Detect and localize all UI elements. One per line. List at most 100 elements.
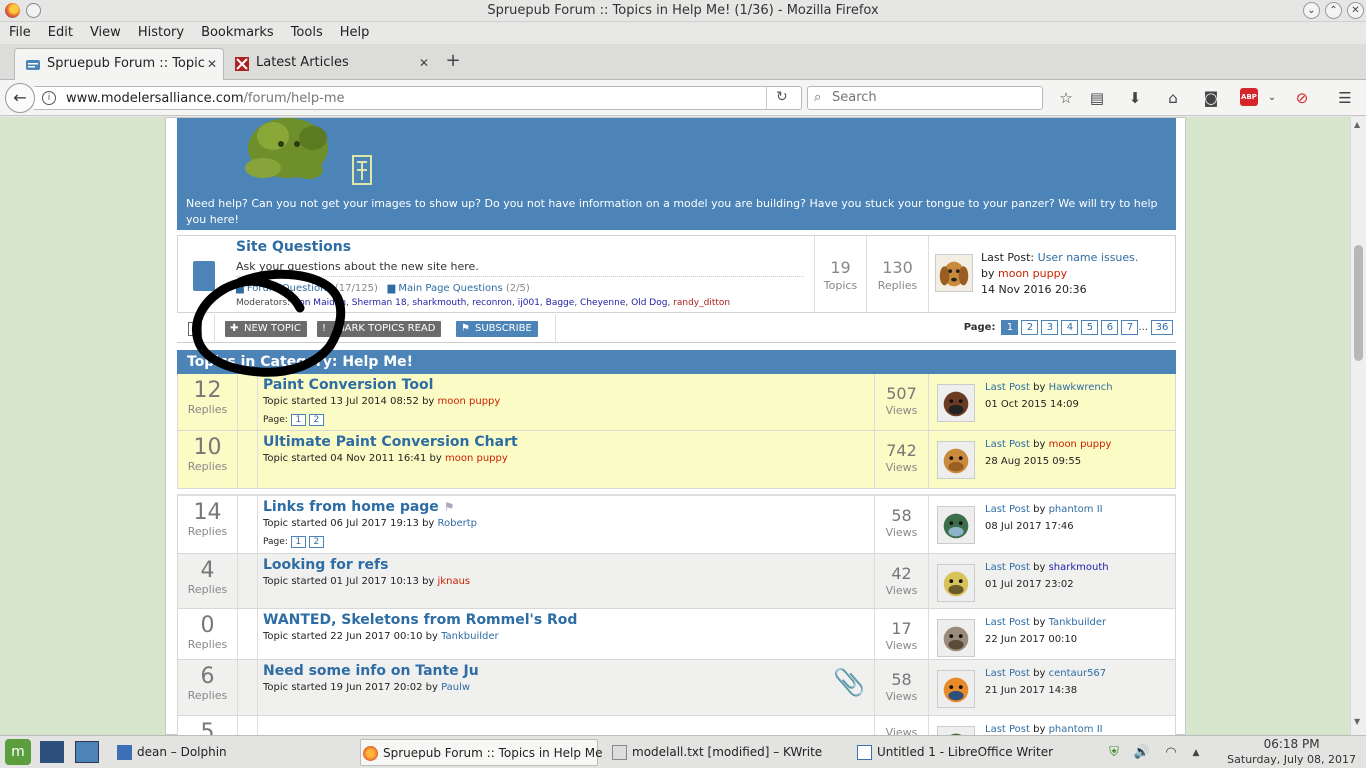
- pocket-icon[interactable]: ◙: [1201, 88, 1221, 108]
- topic-title[interactable]: Paint Conversion Tool: [263, 377, 433, 393]
- tab-spruepub[interactable]: Spruepub Forum :: Topic ✕: [14, 48, 224, 80]
- subscribe-button[interactable]: ⚑ SUBSCRIBE: [456, 321, 538, 337]
- search-box[interactable]: ⌕: [807, 86, 1043, 110]
- menu-tools[interactable]: Tools: [282, 22, 331, 40]
- adblock-icon[interactable]: ABP: [1240, 88, 1258, 106]
- moderator-link[interactable]: Bagge: [546, 298, 575, 308]
- page-scrollbar[interactable]: ▲ ▼: [1350, 117, 1366, 735]
- menu-help[interactable]: Help: [331, 22, 378, 40]
- menu-edit[interactable]: Edit: [39, 22, 81, 40]
- mint-menu-icon[interactable]: m: [5, 739, 31, 765]
- page-link[interactable]: 3: [1041, 320, 1059, 335]
- last-post-user[interactable]: Tankbuilder: [1049, 617, 1107, 628]
- page-link[interactable]: 5: [1081, 320, 1099, 335]
- topic-author[interactable]: moon puppy: [445, 453, 508, 464]
- topic-author[interactable]: Paulw: [441, 682, 470, 693]
- site-info-icon[interactable]: i: [42, 91, 56, 105]
- moderator-link[interactable]: ij001: [518, 298, 540, 308]
- abp-menu-chevron-icon[interactable]: ⌄: [1262, 88, 1282, 108]
- hamburger-menu-icon[interactable]: ☰: [1335, 88, 1355, 108]
- page-link[interactable]: 4: [1061, 320, 1079, 335]
- network-icon[interactable]: ◠: [1162, 744, 1180, 762]
- topic-title[interactable]: Looking for refs: [263, 557, 388, 573]
- minimize-icon[interactable]: ⌄: [1303, 2, 1320, 19]
- scroll-up-icon[interactable]: ▲: [1354, 120, 1360, 129]
- search-input[interactable]: [832, 90, 1032, 105]
- last-post-user[interactable]: sharkmouth: [1049, 562, 1109, 573]
- select-all-checkbox[interactable]: [188, 322, 202, 336]
- back-button[interactable]: ←: [5, 83, 35, 113]
- reload-icon[interactable]: ↻: [776, 89, 788, 105]
- taskbar-app-writer[interactable]: Untitled 1 - LibreOffice Writer: [855, 739, 1085, 766]
- taskbar-app-kwrite[interactable]: modelall.txt [modified] – KWrite: [610, 739, 840, 766]
- downloads-icon[interactable]: ⬇: [1125, 88, 1145, 108]
- noscript-icon[interactable]: ⊘: [1292, 88, 1312, 108]
- page-link[interactable]: 1: [290, 414, 306, 426]
- moderator-link[interactable]: Sherman 18: [352, 298, 407, 308]
- last-post-link[interactable]: Last Post: [985, 724, 1030, 735]
- page-link[interactable]: 7: [1121, 320, 1139, 335]
- tab-latest-articles[interactable]: Latest Articles ✕: [210, 48, 435, 80]
- clock[interactable]: 06:18 PM Saturday, July 08, 2017: [1227, 737, 1356, 767]
- mark-topics-read-button[interactable]: ! MARK TOPICS READ: [317, 321, 442, 337]
- last-post-link[interactable]: Last Post: [985, 504, 1030, 515]
- taskbar-app-firefox[interactable]: Spruepub Forum :: Topics in Help Me: [360, 739, 602, 766]
- last-post-link[interactable]: Last Post: [985, 562, 1030, 573]
- page-link[interactable]: 36: [1151, 320, 1173, 335]
- new-tab-button[interactable]: +: [443, 50, 463, 72]
- moderator-link[interactable]: Old Dog: [631, 298, 667, 308]
- close-icon[interactable]: ✕: [1347, 2, 1364, 19]
- page-link[interactable]: 2: [308, 414, 324, 426]
- page-link[interactable]: 1: [1001, 320, 1019, 335]
- topic-author[interactable]: Tankbuilder: [441, 631, 499, 642]
- menu-history[interactable]: History: [129, 22, 192, 40]
- last-post-user[interactable]: phantom II: [1049, 504, 1103, 515]
- page-link[interactable]: 1: [290, 536, 306, 548]
- last-post-user[interactable]: moon puppy: [998, 267, 1067, 280]
- subforum-link[interactable]: Main Page Questions: [398, 283, 502, 294]
- last-post-user[interactable]: Hawkwrench: [1049, 382, 1113, 393]
- volume-icon[interactable]: 🔊: [1133, 744, 1151, 762]
- last-post-link[interactable]: Last Post: [985, 439, 1030, 450]
- last-post-link[interactable]: User name issues.: [1038, 251, 1139, 264]
- menu-bookmarks[interactable]: Bookmarks: [192, 22, 282, 40]
- topic-author[interactable]: jknaus: [438, 576, 471, 587]
- moderator-link[interactable]: reconron: [472, 298, 512, 308]
- last-post-user[interactable]: centaur567: [1049, 668, 1107, 679]
- new-topic-button[interactable]: ✚ NEW TOPIC: [225, 321, 307, 337]
- menu-file[interactable]: File: [0, 22, 39, 40]
- scroll-down-icon[interactable]: ▼: [1354, 717, 1360, 726]
- last-post-link[interactable]: Last Post: [985, 382, 1030, 393]
- last-post-user[interactable]: phantom II: [1049, 724, 1103, 735]
- topic-author[interactable]: Robertp: [438, 518, 478, 529]
- page-link[interactable]: 2: [308, 536, 324, 548]
- subforum-link[interactable]: Forum Questions: [247, 283, 332, 294]
- tray-expand-icon[interactable]: ▲: [1187, 744, 1205, 762]
- moderator-link[interactable]: sharkmouth: [412, 298, 466, 308]
- topic-title[interactable]: WANTED, Skeletons from Rommel's Rod: [263, 612, 577, 628]
- page-link[interactable]: 6: [1101, 320, 1119, 335]
- reading-list-icon[interactable]: ▤: [1087, 88, 1107, 108]
- topic-title[interactable]: Links from home page ⚑: [263, 499, 454, 515]
- scroll-thumb[interactable]: [1354, 245, 1363, 361]
- shield-icon[interactable]: ⛨: [1105, 744, 1123, 762]
- topic-author[interactable]: moon puppy: [438, 396, 501, 407]
- subforum-title[interactable]: Site Questions: [236, 239, 351, 255]
- show-desktop-icon[interactable]: [40, 741, 64, 763]
- maximize-icon[interactable]: ⌃: [1325, 2, 1342, 19]
- taskbar-app-dolphin[interactable]: dean – Dolphin: [115, 739, 345, 766]
- last-post-user[interactable]: moon puppy: [1049, 439, 1112, 450]
- moderator-link[interactable]: Cheyenne: [580, 298, 625, 308]
- last-post-link[interactable]: Last Post: [985, 617, 1030, 628]
- topic-title[interactable]: Need some info on Tante Ju: [263, 663, 479, 679]
- bookmark-star-icon[interactable]: ☆: [1056, 88, 1076, 108]
- url-bar[interactable]: i www.modelersalliance.com/forum/help-me…: [34, 86, 802, 110]
- file-manager-icon[interactable]: [75, 741, 99, 763]
- tab-close-icon[interactable]: ✕: [419, 48, 429, 78]
- home-icon[interactable]: ⌂: [1163, 88, 1183, 108]
- menu-view[interactable]: View: [81, 22, 129, 40]
- moderator-link[interactable]: randy_ditton: [673, 298, 730, 308]
- url-text[interactable]: www.modelersalliance.com/forum/help-me: [66, 91, 344, 106]
- topic-title[interactable]: Ultimate Paint Conversion Chart: [263, 434, 518, 450]
- last-post-link[interactable]: Last Post: [985, 668, 1030, 679]
